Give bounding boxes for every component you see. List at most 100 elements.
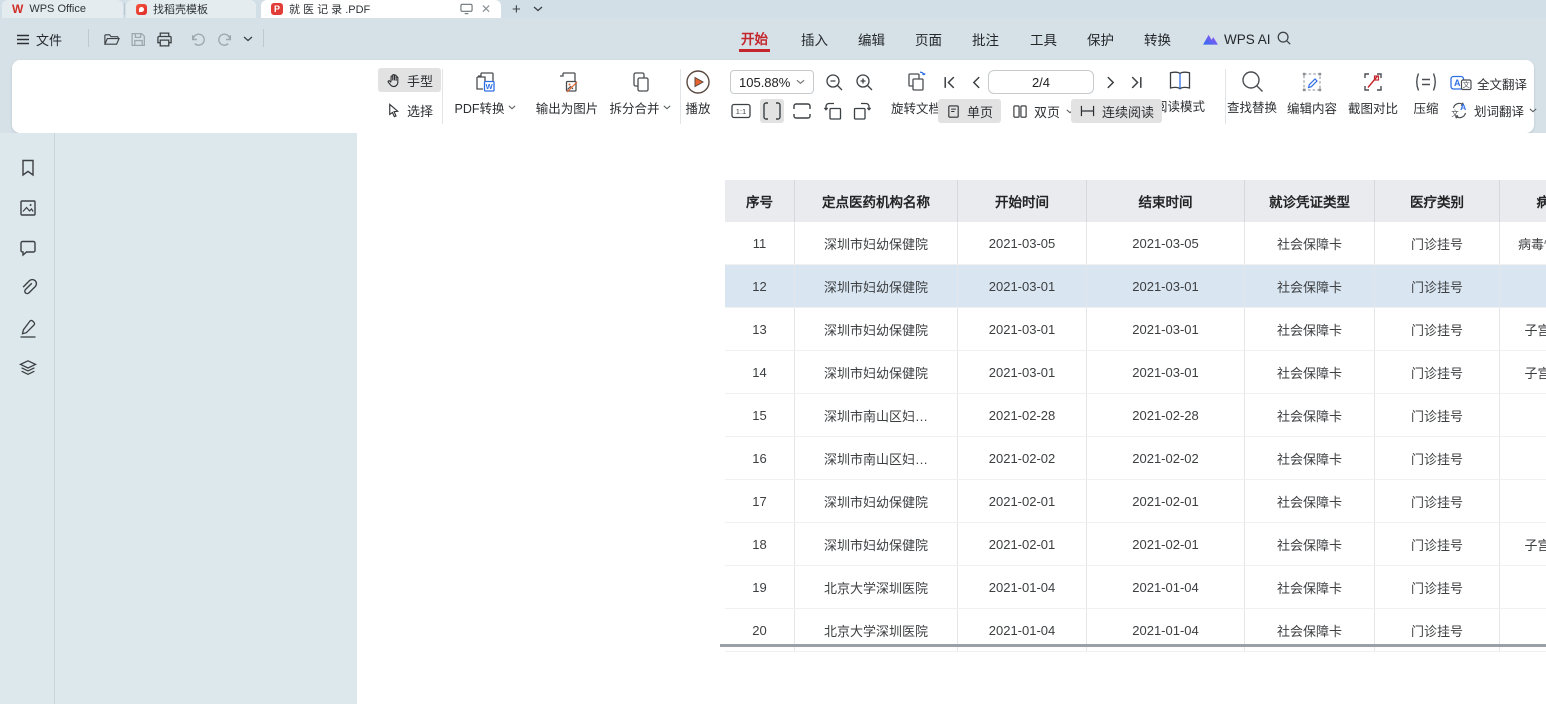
page-indicator-input[interactable]: 2/4 — [988, 70, 1094, 94]
first-page-button[interactable] — [937, 70, 961, 94]
tab-list-chevron-icon[interactable] — [533, 0, 543, 18]
quick-access-chevron[interactable] — [243, 28, 253, 50]
tab-label: 就 医 记 录 .PDF — [289, 1, 454, 17]
table-header-row: 序号定点医药机构名称开始时间结束时间就诊凭证类型医疗类别病种名称住院主诊断名称手… — [725, 180, 1546, 222]
signature-pen-icon[interactable] — [17, 317, 39, 339]
menu-item-tools[interactable]: 工具 — [1028, 26, 1059, 52]
wps-ai-label: WPS AI — [1224, 32, 1271, 47]
previous-page-button[interactable] — [964, 70, 988, 94]
table-row[interactable]: 15深圳市南山区妇…2021-02-282021-02-28社会保障卡门诊挂号-… — [725, 394, 1546, 437]
bookmark-icon[interactable] — [17, 157, 39, 179]
previous-page-icon — [969, 75, 984, 90]
next-page-button[interactable] — [1098, 70, 1122, 94]
svg-text:W: W — [486, 82, 494, 91]
open-button[interactable] — [103, 28, 120, 50]
table-row[interactable]: 13深圳市妇幼保健院2021-03-012021-03-01社会保障卡门诊挂号子… — [725, 308, 1546, 351]
find-replace-icon — [1240, 69, 1265, 94]
tab-document-active[interactable]: P 就 医 记 录 .PDF ✕ — [261, 0, 501, 18]
table-cell: 社会保障卡 — [1245, 265, 1375, 307]
find-replace-button[interactable]: 查找替换 — [1224, 69, 1280, 116]
table-cell: 深圳市妇幼保健院 — [795, 308, 958, 350]
single-page-icon — [946, 104, 961, 119]
table-cell: 18 — [725, 523, 795, 565]
table-cell: 14 — [725, 351, 795, 393]
layers-icon[interactable] — [17, 357, 39, 379]
split-merge-button[interactable]: 拆分合并 — [604, 69, 676, 117]
menu-item-protect[interactable]: 保护 — [1085, 26, 1116, 52]
file-menu[interactable]: 文件 — [16, 28, 62, 50]
new-tab-button[interactable]: + — [512, 0, 521, 18]
table-cell: 12 — [725, 265, 795, 307]
single-page-button[interactable]: 单页 — [938, 99, 1001, 123]
table-cell: 子宫平滑肌瘤 — [1500, 523, 1546, 565]
attachment-icon[interactable] — [17, 277, 39, 299]
table-cell: 北京大学深圳医院 — [795, 566, 958, 608]
zoom-out-button[interactable] — [822, 70, 846, 94]
table-cell: 子宫平滑肌瘤 — [1500, 351, 1546, 393]
compress-button[interactable]: 压缩 — [1406, 69, 1446, 117]
table-cell: 2021-01-04 — [1087, 566, 1245, 608]
play-button[interactable]: 播放 — [674, 69, 722, 117]
comment-icon[interactable] — [17, 237, 39, 259]
save-button[interactable] — [130, 28, 147, 50]
table-row[interactable]: 18深圳市妇幼保健院2021-02-012021-02-01社会保障卡门诊挂号子… — [725, 523, 1546, 566]
chevron-down-icon — [508, 105, 516, 110]
table-row[interactable]: 16深圳市南山区妇…2021-02-022021-02-02社会保障卡门诊挂号-… — [725, 437, 1546, 480]
menu-item-page[interactable]: 页面 — [913, 26, 944, 52]
table-row[interactable]: 14深圳市妇幼保健院2021-03-012021-03-01社会保障卡门诊挂号子… — [725, 351, 1546, 394]
export-image-icon — [554, 69, 580, 95]
menu-search-button[interactable] — [1276, 27, 1292, 49]
table-row[interactable]: 11深圳市妇幼保健院2021-03-052021-03-05社会保障卡门诊挂号病… — [725, 222, 1546, 265]
table-row[interactable]: 17深圳市妇幼保健院2021-02-012021-02-01社会保障卡门诊挂号-… — [725, 480, 1546, 523]
print-button[interactable] — [156, 28, 173, 50]
table-cell: 社会保障卡 — [1245, 308, 1375, 350]
menu-item-wps-ai[interactable]: WPS AI — [1200, 26, 1273, 52]
edit-content-label: 编辑内容 — [1287, 98, 1337, 117]
pdf-convert-button[interactable]: W PDF转换 — [449, 69, 521, 117]
continuous-read-button[interactable]: 连续阅读 — [1071, 99, 1162, 123]
redo-button[interactable] — [216, 28, 233, 50]
table-cell: 2021-02-01 — [958, 523, 1087, 565]
fit-width-button[interactable] — [790, 99, 814, 123]
select-tool-button[interactable]: 选择 — [378, 98, 441, 122]
last-page-button[interactable] — [1124, 70, 1148, 94]
table-row[interactable]: 12深圳市妇幼保健院2021-03-012021-03-01社会保障卡门诊挂号-… — [725, 265, 1546, 308]
table-cell: 社会保障卡 — [1245, 394, 1375, 436]
zoom-level-value: 105.88% — [739, 75, 790, 90]
menu-item-convert[interactable]: 转换 — [1142, 26, 1173, 52]
monitor-icon[interactable] — [460, 3, 473, 15]
rotate-document-label: 旋转文档 — [891, 98, 941, 117]
menu-item-insert[interactable]: 插入 — [799, 26, 830, 52]
continuous-read-label: 连续阅读 — [1102, 102, 1154, 121]
menu-item-edit[interactable]: 编辑 — [856, 26, 887, 52]
full-translate-button[interactable]: A 文 全文翻译 — [1450, 74, 1527, 93]
svg-text:文: 文 — [1451, 108, 1459, 118]
cursor-icon — [386, 103, 401, 118]
docer-logo-icon — [136, 4, 147, 15]
table-row[interactable]: 19北京大学深圳医院2021-01-042021-01-04社会保障卡门诊挂号-… — [725, 566, 1546, 609]
undo-button[interactable] — [190, 28, 207, 50]
tab-docer-templates[interactable]: 找稻壳模板 — [126, 0, 256, 18]
image-icon[interactable] — [17, 197, 39, 219]
menu-item-comment[interactable]: 批注 — [970, 26, 1001, 52]
menu-item-home[interactable]: 开始 — [739, 26, 770, 52]
fit-page-button[interactable] — [760, 99, 784, 123]
zoom-in-button[interactable] — [852, 70, 876, 94]
zoom-out-icon — [825, 73, 844, 92]
tab-wps-office[interactable]: W WPS Office — [2, 0, 123, 18]
rotate-right-button[interactable] — [850, 99, 874, 123]
screenshot-compare-button[interactable]: 截图对比 — [1345, 69, 1401, 117]
wps-office-window: W WPS Office 找稻壳模板 P 就 医 记 录 .PDF ✕ + 文件 — [0, 0, 1546, 704]
hand-tool-button[interactable]: 手型 — [378, 68, 441, 92]
rotate-left-button[interactable] — [821, 99, 845, 123]
edit-content-button[interactable]: 编辑内容 — [1284, 69, 1340, 117]
redo-icon — [216, 31, 233, 48]
screenshot-compare-icon — [1360, 69, 1386, 95]
zoom-level-dropdown[interactable]: 105.88% — [730, 70, 814, 94]
hand-icon — [386, 73, 401, 88]
actual-size-button[interactable]: 1:1 — [729, 99, 753, 123]
tab-bar: W WPS Office 找稻壳模板 P 就 医 记 录 .PDF ✕ + — [0, 0, 1546, 18]
word-translate-button[interactable]: A 文 划词翻译 — [1450, 101, 1537, 120]
close-icon[interactable]: ✕ — [481, 2, 491, 16]
export-image-button[interactable]: 输出为图片 — [526, 69, 608, 117]
